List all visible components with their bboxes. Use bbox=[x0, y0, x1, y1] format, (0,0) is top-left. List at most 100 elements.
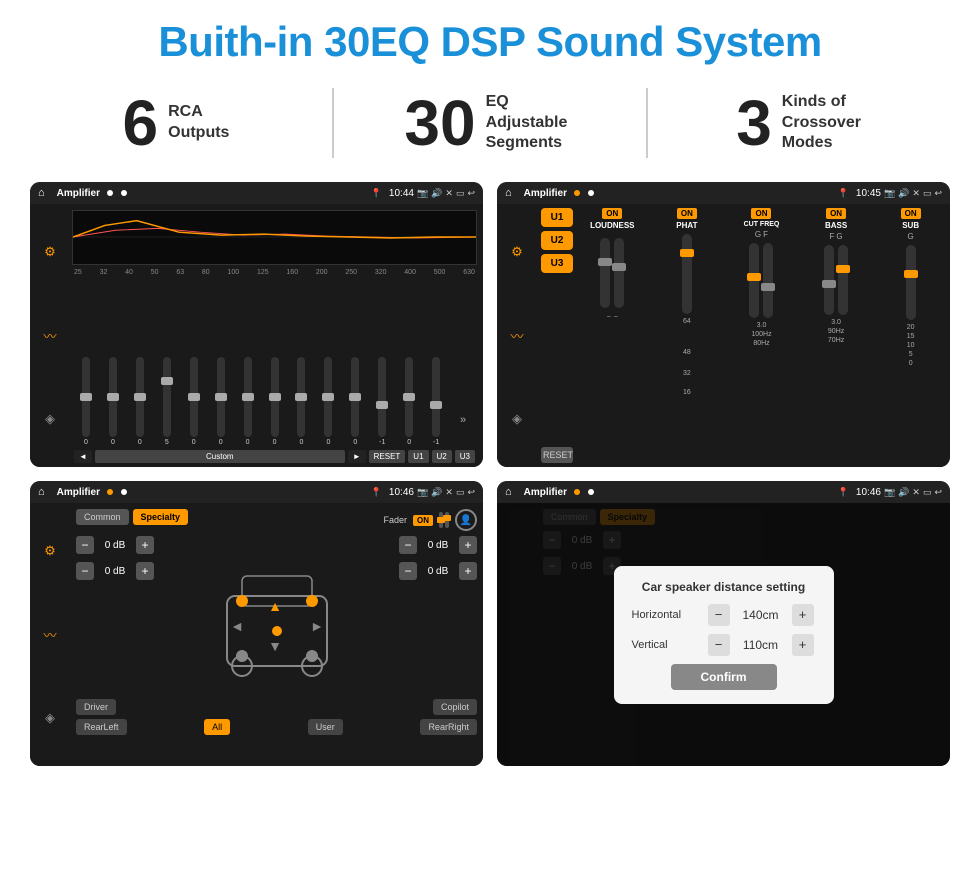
eq-icon-wave[interactable]: 〰 bbox=[37, 322, 63, 348]
eq-content: ⚙ 〰 ◈ 253240 506380 10 bbox=[30, 204, 483, 467]
amp-content: ⚙ 〰 ◈ U1 U2 U3 RESET ON bbox=[497, 204, 950, 467]
eq-u2-btn[interactable]: U2 bbox=[432, 450, 452, 463]
eq-next-btn[interactable]: ► bbox=[348, 450, 366, 463]
cs-main-area: Common Specialty Fader ON bbox=[70, 503, 483, 766]
cs-icon-speaker[interactable]: ◈ bbox=[37, 705, 63, 731]
cs-user-btn[interactable]: User bbox=[308, 719, 343, 735]
location-icon-3: 📍 bbox=[371, 487, 382, 498]
eq-reset-btn[interactable]: RESET bbox=[369, 450, 406, 463]
csd-vertical-minus[interactable]: − bbox=[708, 634, 730, 656]
amp-icon-speaker[interactable]: ◈ bbox=[504, 406, 530, 432]
amp-slider-bass-g[interactable] bbox=[838, 245, 848, 315]
amp-slider-loudness-l[interactable] bbox=[600, 238, 610, 308]
volume-icon-4: 🔊 bbox=[898, 487, 909, 498]
home-icon-3: ⌂ bbox=[38, 486, 45, 498]
eq-slider-3[interactable]: 0 bbox=[128, 357, 152, 446]
eq-custom-btn[interactable]: Custom bbox=[95, 450, 345, 463]
eq-slider-1[interactable]: 0 bbox=[74, 357, 98, 446]
time-4: 10:46 bbox=[856, 487, 881, 498]
amp-label-cutfreq: CUT FREQ bbox=[744, 221, 780, 228]
cs-left-controls: − 0 dB + − 0 dB + bbox=[76, 536, 154, 580]
cs-driver-btn[interactable]: Driver bbox=[76, 699, 116, 715]
car-diagram-container: ▲ ▼ ◄ ► bbox=[160, 536, 393, 691]
amp-ctrl-phat: ON PHAT 64 48 32 16 bbox=[652, 208, 723, 463]
amp-slider-phat[interactable] bbox=[682, 234, 692, 314]
user-icon-3[interactable]: 👤 bbox=[455, 509, 477, 531]
eq-prev-btn[interactable]: ◄ bbox=[74, 450, 92, 463]
amp-slider-loudness-r[interactable] bbox=[614, 238, 624, 308]
eq-slider-11[interactable]: 0 bbox=[343, 357, 367, 446]
eq-slider-8[interactable]: 0 bbox=[263, 357, 287, 446]
eq-icon-speaker[interactable]: ◈ bbox=[37, 406, 63, 432]
eq-slider-13[interactable]: 0 bbox=[397, 357, 421, 446]
eq-slider-6[interactable]: 0 bbox=[209, 357, 233, 446]
status-dot-3a bbox=[107, 489, 113, 495]
eq-slider-2[interactable]: 0 bbox=[101, 357, 125, 446]
fader-label: Fader bbox=[383, 515, 407, 525]
amp-reset[interactable]: RESET bbox=[541, 447, 573, 463]
status-bar-4: ⌂ Amplifier 📍 10:46 📷 🔊 ✕ ▭ ↩ bbox=[497, 481, 950, 503]
amp-ctrl-bass: ON BASS F G bbox=[801, 208, 872, 463]
cs-minus-3[interactable]: − bbox=[399, 536, 417, 554]
amp-main-area: U1 U2 U3 RESET ON LOUDNESS bbox=[537, 204, 950, 467]
csd-horizontal-plus[interactable]: + bbox=[792, 604, 814, 626]
eq-slider-4[interactable]: 5 bbox=[155, 357, 179, 446]
stat-eq: 30 EQ AdjustableSegments bbox=[344, 91, 636, 155]
stat-label-crossover: Kinds ofCrossover Modes bbox=[782, 92, 872, 154]
amp-val-phat4: 16 bbox=[683, 389, 691, 396]
eq-slider-14[interactable]: -1 bbox=[424, 357, 448, 446]
cs-tab-common[interactable]: Common bbox=[76, 509, 129, 525]
camera-icon-1: 📷 bbox=[417, 188, 428, 199]
eq-slider-5[interactable]: 0 bbox=[182, 357, 206, 446]
amp-icon-eq[interactable]: ⚙ bbox=[504, 239, 530, 265]
cs-plus-2[interactable]: + bbox=[136, 562, 154, 580]
amp-slider-cutfreq-g[interactable] bbox=[749, 243, 759, 318]
eq-slider-9[interactable]: 0 bbox=[290, 357, 314, 446]
cs-plus-1[interactable]: + bbox=[136, 536, 154, 554]
cs-all-btn[interactable]: All bbox=[204, 719, 230, 735]
amp-slider-sub[interactable] bbox=[906, 245, 916, 320]
eq-slider-10[interactable]: 0 bbox=[316, 357, 340, 446]
eq-slider-15[interactable]: » bbox=[451, 414, 475, 446]
cs-minus-4[interactable]: − bbox=[399, 562, 417, 580]
csd-horizontal-label: Horizontal bbox=[632, 609, 702, 621]
amp-u3-btn[interactable]: U3 bbox=[541, 254, 573, 273]
amp-val-phat: 64 bbox=[683, 318, 691, 325]
back-icon-4: ↩ bbox=[934, 487, 942, 498]
csd-horizontal-minus[interactable]: − bbox=[708, 604, 730, 626]
amp-slider-bass-f[interactable] bbox=[824, 245, 834, 315]
eq-u1-btn[interactable]: U1 bbox=[408, 450, 428, 463]
eq-icon-filter[interactable]: ⚙ bbox=[37, 239, 63, 265]
eq-slider-7[interactable]: 0 bbox=[236, 357, 260, 446]
amp-u2-btn[interactable]: U2 bbox=[541, 231, 573, 250]
csd-confirm-btn[interactable]: Confirm bbox=[671, 664, 777, 690]
amp-u1-btn[interactable]: U1 bbox=[541, 208, 573, 227]
cs-tab-specialty[interactable]: Specialty bbox=[133, 509, 189, 525]
cs-rearleft-btn[interactable]: RearLeft bbox=[76, 719, 127, 735]
csd-vertical-plus[interactable]: + bbox=[792, 634, 814, 656]
amp-title-2: Amplifier bbox=[524, 188, 567, 199]
status-dot-1b bbox=[121, 190, 127, 196]
cs-minus-1[interactable]: − bbox=[76, 536, 94, 554]
cs-plus-4[interactable]: + bbox=[459, 562, 477, 580]
screenshot-cs: ⌂ Amplifier 📍 10:46 📷 🔊 ✕ ▭ ↩ ⚙ 〰 bbox=[30, 481, 483, 766]
eq-slider-12[interactable]: -1 bbox=[370, 357, 394, 446]
status-dot-4b bbox=[588, 489, 594, 495]
svg-text:▲: ▲ bbox=[268, 598, 282, 614]
status-bar-3: ⌂ Amplifier 📍 10:46 📷 🔊 ✕ ▭ ↩ bbox=[30, 481, 483, 503]
cs-db-val-1: 0 dB bbox=[98, 540, 132, 551]
eq-u3-btn[interactable]: U3 bbox=[455, 450, 475, 463]
cs-icon-eq[interactable]: ⚙ bbox=[37, 538, 63, 564]
status-bar-1: ⌂ Amplifier 📍 10:44 📷 🔊 ✕ ▭ ↩ bbox=[30, 182, 483, 204]
cs-plus-3[interactable]: + bbox=[459, 536, 477, 554]
amp-slider-cutfreq-f[interactable] bbox=[763, 243, 773, 318]
cs-minus-2[interactable]: − bbox=[76, 562, 94, 580]
cs-copilot-btn[interactable]: Copilot bbox=[433, 699, 477, 715]
cs-rearright-btn[interactable]: RearRight bbox=[420, 719, 477, 735]
location-icon-1: 📍 bbox=[371, 188, 382, 199]
signal-icon-2: ✕ bbox=[912, 188, 920, 199]
time-1: 10:44 bbox=[389, 188, 414, 199]
cs-icon-wave[interactable]: 〰 bbox=[37, 621, 63, 647]
cs-right-controls: − 0 dB + − 0 dB + bbox=[399, 536, 477, 580]
amp-icon-wave[interactable]: 〰 bbox=[504, 322, 530, 348]
